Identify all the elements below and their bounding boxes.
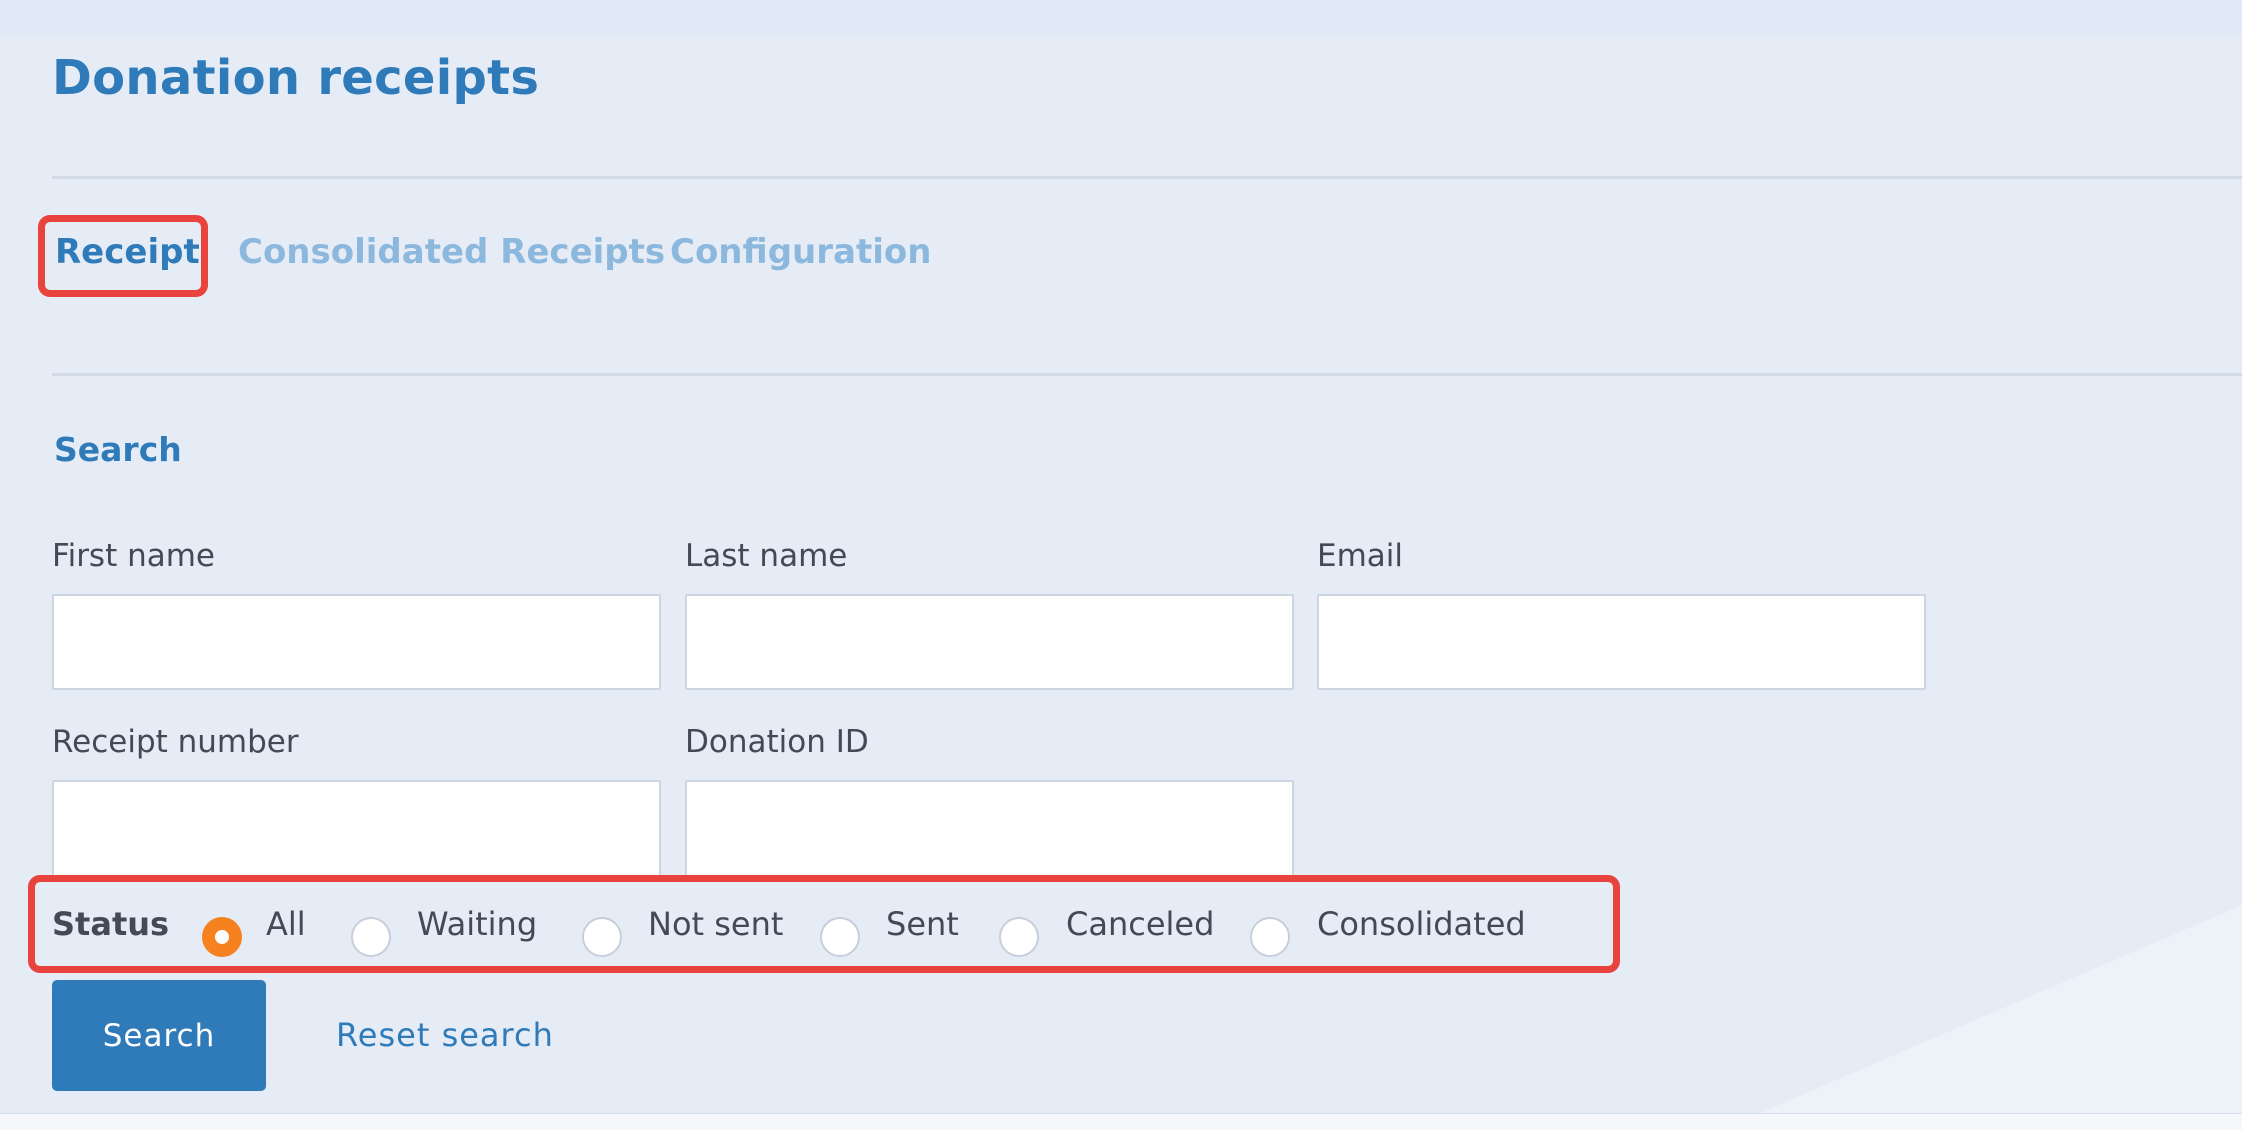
background-decoration [1760, 905, 2242, 1113]
status-option-label[interactable]: Not sent [648, 905, 783, 943]
bottom-strip [0, 1113, 2242, 1130]
status-radio-consolidated[interactable] [1250, 917, 1290, 957]
tab-receipt[interactable]: Receipt [55, 232, 200, 272]
status-option-label[interactable]: Waiting [417, 905, 537, 943]
tab-consolidated-receipts[interactable]: Consolidated Receipts [238, 232, 665, 272]
page-title: Donation receipts [52, 50, 540, 106]
last-name-field[interactable] [685, 594, 1294, 690]
first-name-label: First name [52, 538, 216, 574]
status-radio-sent[interactable] [820, 917, 860, 957]
email-field[interactable] [1317, 594, 1926, 690]
last-name-label: Last name [685, 538, 848, 574]
status-radio-waiting[interactable] [351, 917, 391, 957]
status-label: Status [52, 905, 170, 943]
divider-top [52, 176, 2242, 179]
search-section-title: Search [54, 430, 182, 469]
reset-search-link[interactable]: Reset search [336, 1016, 554, 1054]
search-button[interactable]: Search [52, 980, 266, 1091]
status-radio-canceled[interactable] [999, 917, 1039, 957]
status-option-label[interactable]: Canceled [1066, 905, 1214, 943]
status-option-label[interactable]: All [266, 905, 306, 943]
receipt-number-field[interactable] [52, 780, 661, 880]
donation-id-label: Donation ID [685, 724, 869, 760]
status-radio-not-sent[interactable] [582, 917, 622, 957]
email-label: Email [1317, 538, 1404, 574]
status-radio-all[interactable] [202, 917, 242, 957]
divider-tabs [52, 373, 2242, 376]
first-name-field[interactable] [52, 594, 661, 690]
tab-configuration[interactable]: Configuration [670, 232, 931, 272]
donation-id-field[interactable] [685, 780, 1294, 880]
status-option-label[interactable]: Consolidated [1317, 905, 1526, 943]
receipt-number-label: Receipt number [52, 724, 299, 760]
status-option-label[interactable]: Sent [886, 905, 959, 943]
